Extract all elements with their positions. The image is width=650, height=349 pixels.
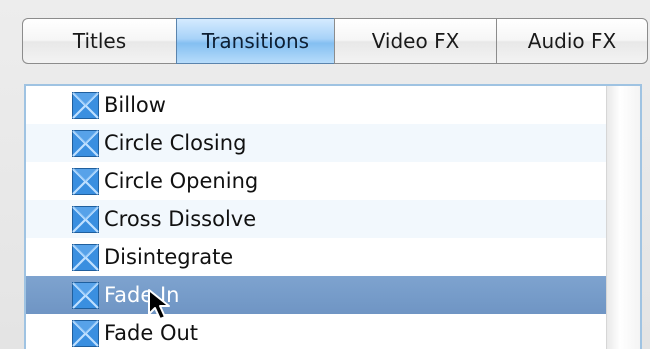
tab-titles[interactable]: Titles (22, 18, 176, 64)
list-item-billow[interactable]: Billow (26, 86, 606, 124)
list-item-fade-out[interactable]: Fade Out (26, 314, 606, 349)
list-item-label: Circle Opening (104, 169, 259, 193)
list-item-circle-closing[interactable]: Circle Closing (26, 124, 606, 162)
transitions-list[interactable]: Billow Circle Closing Circle Opening Cro… (24, 84, 642, 349)
transition-icon (72, 91, 99, 119)
list-item-label: Fade Out (104, 321, 199, 345)
list-item-cross-dissolve[interactable]: Cross Dissolve (26, 200, 606, 238)
media-browser-window: Titles Transitions Video FX Audio FX Bil… (0, 0, 650, 349)
list-item-label: Billow (104, 93, 166, 117)
tab-video-fx[interactable]: Video FX (334, 18, 496, 64)
transition-icon (72, 167, 99, 195)
tab-transitions[interactable]: Transitions (176, 18, 334, 64)
list-item-label: Fade In (104, 283, 180, 307)
transition-icon (72, 281, 99, 309)
media-type-tab-bar: Titles Transitions Video FX Audio FX (22, 18, 648, 64)
list-item-label: Disintegrate (104, 245, 234, 269)
transition-icon (72, 243, 99, 271)
list-item-fade-in[interactable]: Fade In (26, 276, 606, 314)
vertical-scrollbar[interactable] (606, 86, 640, 349)
transition-icon (72, 205, 99, 233)
list-item-disintegrate[interactable]: Disintegrate (26, 238, 606, 276)
transition-icon (72, 319, 99, 347)
list-item-label: Circle Closing (104, 131, 247, 155)
list-item-label: Cross Dissolve (104, 207, 257, 231)
tab-audio-fx[interactable]: Audio FX (496, 18, 648, 64)
transitions-rows: Billow Circle Closing Circle Opening Cro… (26, 86, 606, 349)
transition-icon (72, 129, 99, 157)
list-item-circle-opening[interactable]: Circle Opening (26, 162, 606, 200)
